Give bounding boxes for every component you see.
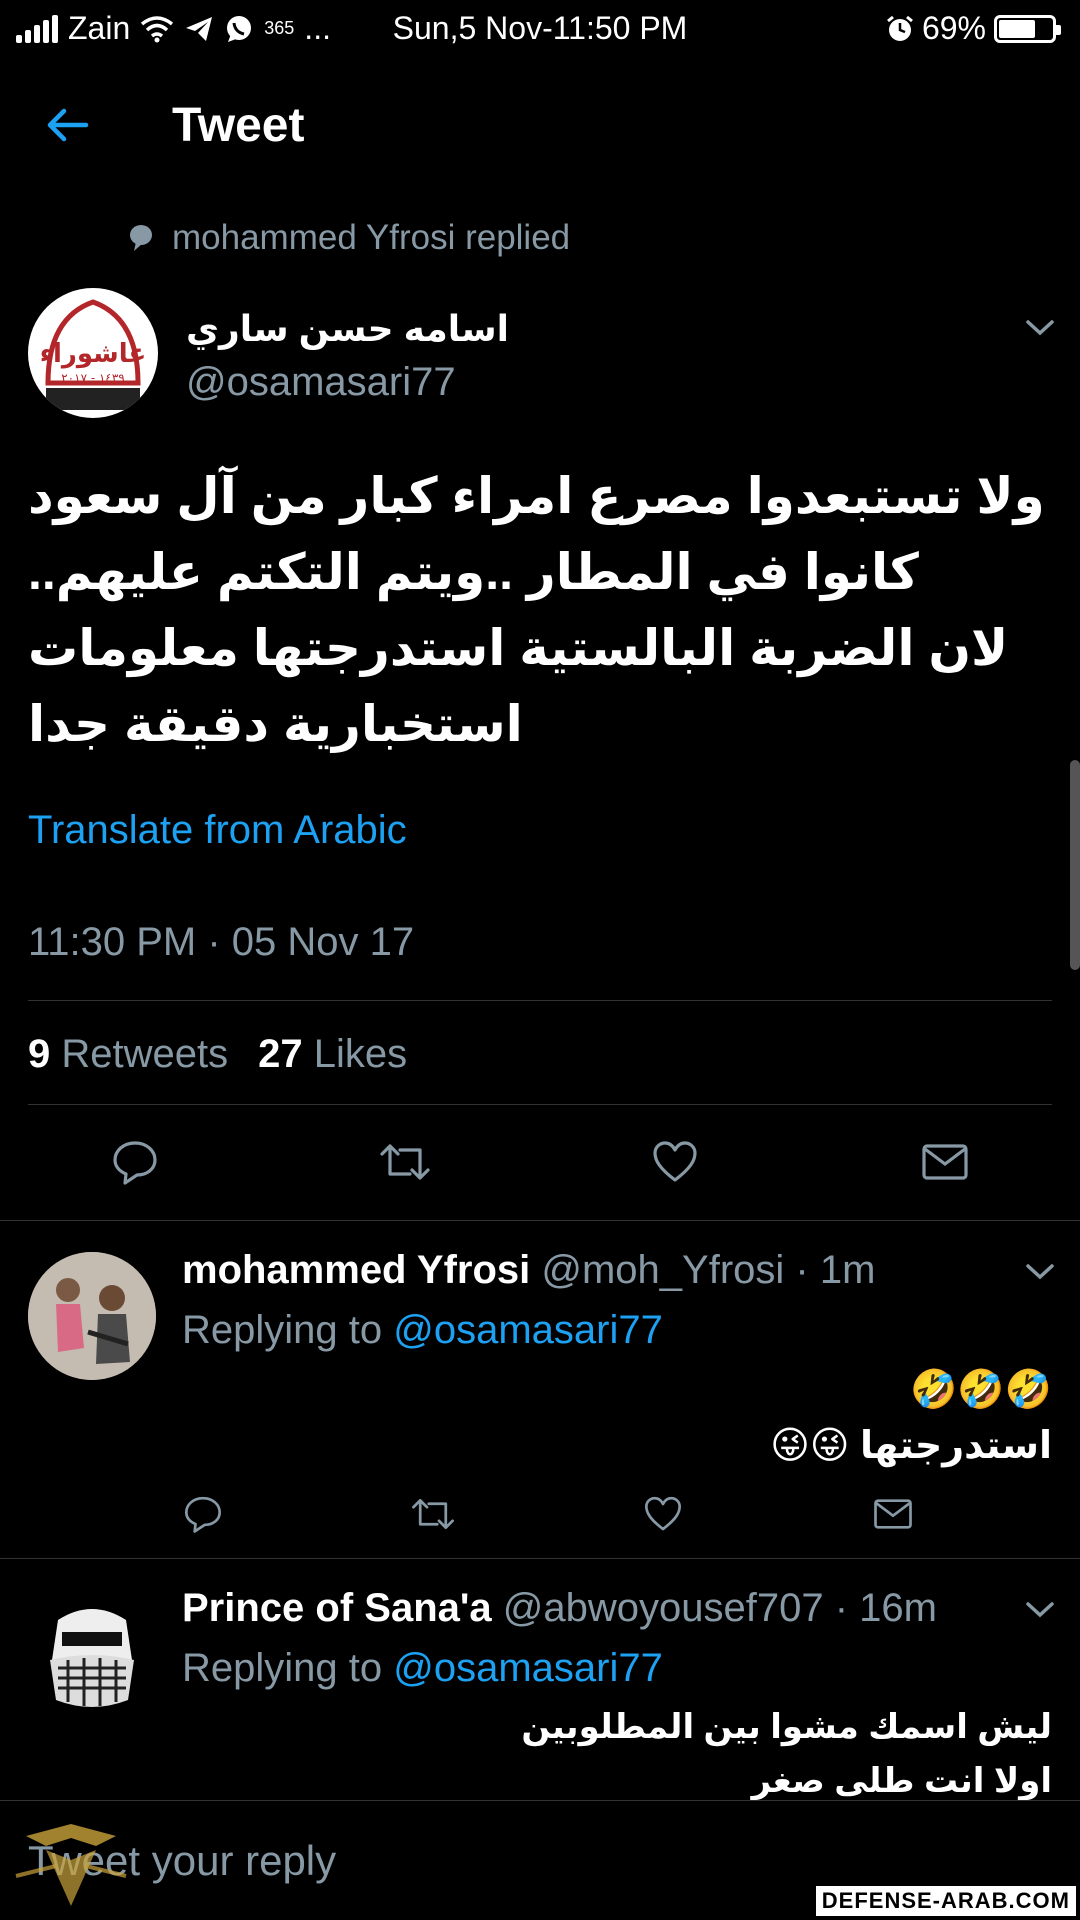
reply-icon — [185, 1496, 222, 1533]
status-right: 69% — [886, 10, 1061, 47]
avatar[interactable]: عاشوراء ١٤٣٩ - ٢٠١٧ — [28, 288, 158, 418]
chevron-down-icon[interactable] — [1020, 312, 1060, 342]
social-context-label: mohammed Yfrosi replied — [172, 218, 571, 257]
like-button[interactable] — [628, 1484, 698, 1544]
retweet-icon — [412, 1499, 454, 1529]
translate-link[interactable]: Translate from Arabic — [28, 808, 407, 853]
forum-logo-icon — [15, 1824, 127, 1906]
keffiyeh-portrait-icon — [28, 1590, 156, 1718]
battery-fill — [999, 19, 1035, 38]
header: Tweet — [0, 62, 1080, 182]
replying-to: Replying to @osamasari77 — [182, 1308, 663, 1353]
page-title: Tweet — [172, 99, 305, 152]
tweet-timestamp: 11:30 PM · 05 Nov 17 — [28, 920, 415, 964]
chevron-down-icon[interactable] — [1020, 1594, 1060, 1624]
reply-icon — [113, 1141, 157, 1185]
retweet-button[interactable] — [370, 1132, 440, 1192]
replying-to-link[interactable]: @osamasari77 — [393, 1308, 663, 1352]
reply-time: · 16m — [834, 1586, 937, 1630]
child-photo-icon — [28, 1252, 156, 1380]
reply-actions — [168, 1484, 928, 1544]
replying-label: Replying to — [182, 1308, 383, 1352]
avatar-text: عاشوراء — [40, 339, 147, 369]
divider — [28, 1000, 1052, 1001]
heart-icon — [653, 1141, 697, 1182]
avatar-subtext: ١٤٣٩ - ٢٠١٧ — [61, 371, 125, 385]
divider — [0, 1220, 1080, 1221]
retweets-label: Retweets — [61, 1032, 229, 1076]
watermark: DEFENSE-ARAB.COM — [815, 1886, 1076, 1916]
tweet-text: ولا تستبعدوا مصرع امراء كبار من آل سعود … — [28, 468, 1045, 752]
author-name[interactable]: اسامه حسن ساري — [186, 308, 509, 350]
reply-header: mohammed Yfrosi @moh_Yfrosi · 1m — [182, 1248, 875, 1293]
scrollbar-thumb[interactable] — [1070, 760, 1080, 970]
reply-author-name[interactable]: Prince of Sana'a — [182, 1586, 492, 1630]
alarm-icon — [887, 15, 913, 41]
replying-to-link[interactable]: @osamasari77 — [393, 1646, 663, 1690]
reply-text: ليش اسمك مشوا بين المطلوبين اولا انت طلى… — [521, 1708, 1052, 1800]
reply-author-name[interactable]: mohammed Yfrosi — [182, 1248, 530, 1292]
replying-label: Replying to — [182, 1646, 383, 1690]
reply-time: · 1m — [795, 1248, 876, 1292]
divider — [28, 1104, 1052, 1105]
retweets-count: 9 — [28, 1032, 51, 1076]
mail-icon — [874, 1499, 912, 1529]
reply-button[interactable] — [168, 1484, 238, 1544]
share-button[interactable] — [910, 1132, 980, 1192]
chevron-down-icon[interactable] — [1020, 1256, 1060, 1286]
reply-author-handle[interactable]: @abwoyousef707 — [503, 1586, 824, 1630]
share-button[interactable] — [858, 1484, 928, 1544]
likes-label: Likes — [313, 1032, 408, 1076]
author-handle[interactable]: @osamasari77 — [186, 360, 456, 405]
retweets-stat[interactable]: 9 Retweets — [28, 1032, 228, 1077]
reply-header: Prince of Sana'a @abwoyousef707 · 16m — [182, 1586, 937, 1631]
likes-stat[interactable]: 27 Likes — [258, 1032, 407, 1077]
ashura-logo-icon: عاشوراء ١٤٣٩ - ٢٠١٧ — [29, 289, 157, 417]
reply-bubble-icon — [130, 225, 152, 251]
retweet-icon — [380, 1144, 430, 1180]
battery-percent: 69% — [921, 10, 986, 46]
back-arrow-icon — [47, 108, 89, 142]
reply-author-handle[interactable]: @moh_Yfrosi — [541, 1248, 784, 1292]
status-bar: Zain 365 ... Sun,5 Nov-11:50 PM 69% — [0, 0, 1080, 62]
reply-avatar[interactable] — [28, 1590, 156, 1718]
battery-icon — [994, 14, 1061, 43]
divider — [0, 1558, 1080, 1559]
heart-icon — [645, 1496, 681, 1531]
reply-button[interactable] — [100, 1132, 170, 1192]
back-button[interactable] — [28, 90, 108, 160]
replying-to: Replying to @osamasari77 — [182, 1646, 663, 1691]
like-button[interactable] — [640, 1132, 710, 1192]
retweet-button[interactable] — [398, 1484, 468, 1544]
engagement-counts: 9 Retweets 27 Likes — [28, 1032, 407, 1077]
reply-text: 🤣🤣🤣 استدرجتها 😜😜 — [770, 1369, 1052, 1467]
mail-icon — [922, 1144, 968, 1180]
reply-avatar[interactable] — [28, 1252, 156, 1380]
likes-count: 27 — [258, 1032, 303, 1076]
tweet-actions — [100, 1132, 980, 1192]
social-context: mohammed Yfrosi replied — [128, 218, 570, 258]
